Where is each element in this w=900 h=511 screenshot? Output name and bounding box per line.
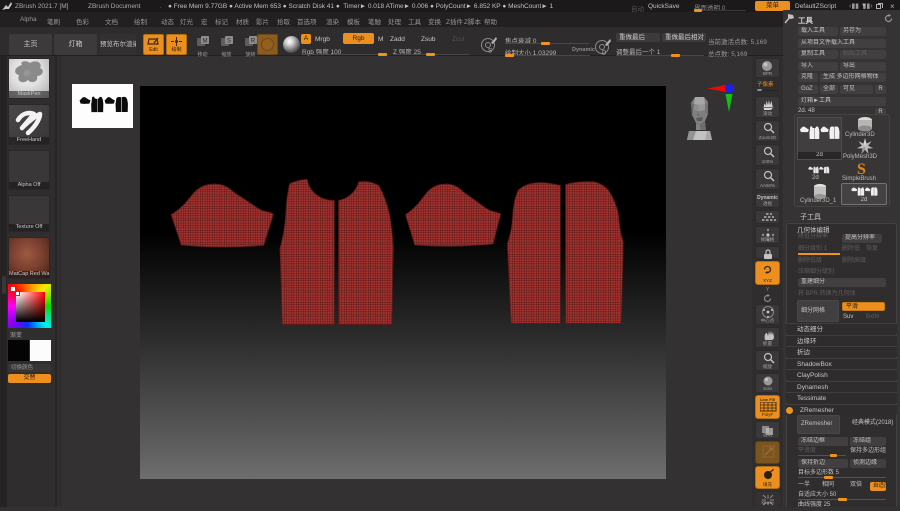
svg-text:S: S bbox=[227, 39, 231, 45]
svg-text:S: S bbox=[488, 49, 492, 55]
svg-text:M: M bbox=[203, 39, 208, 45]
svg-text:R: R bbox=[251, 39, 256, 45]
svg-text:D: D bbox=[602, 51, 607, 57]
